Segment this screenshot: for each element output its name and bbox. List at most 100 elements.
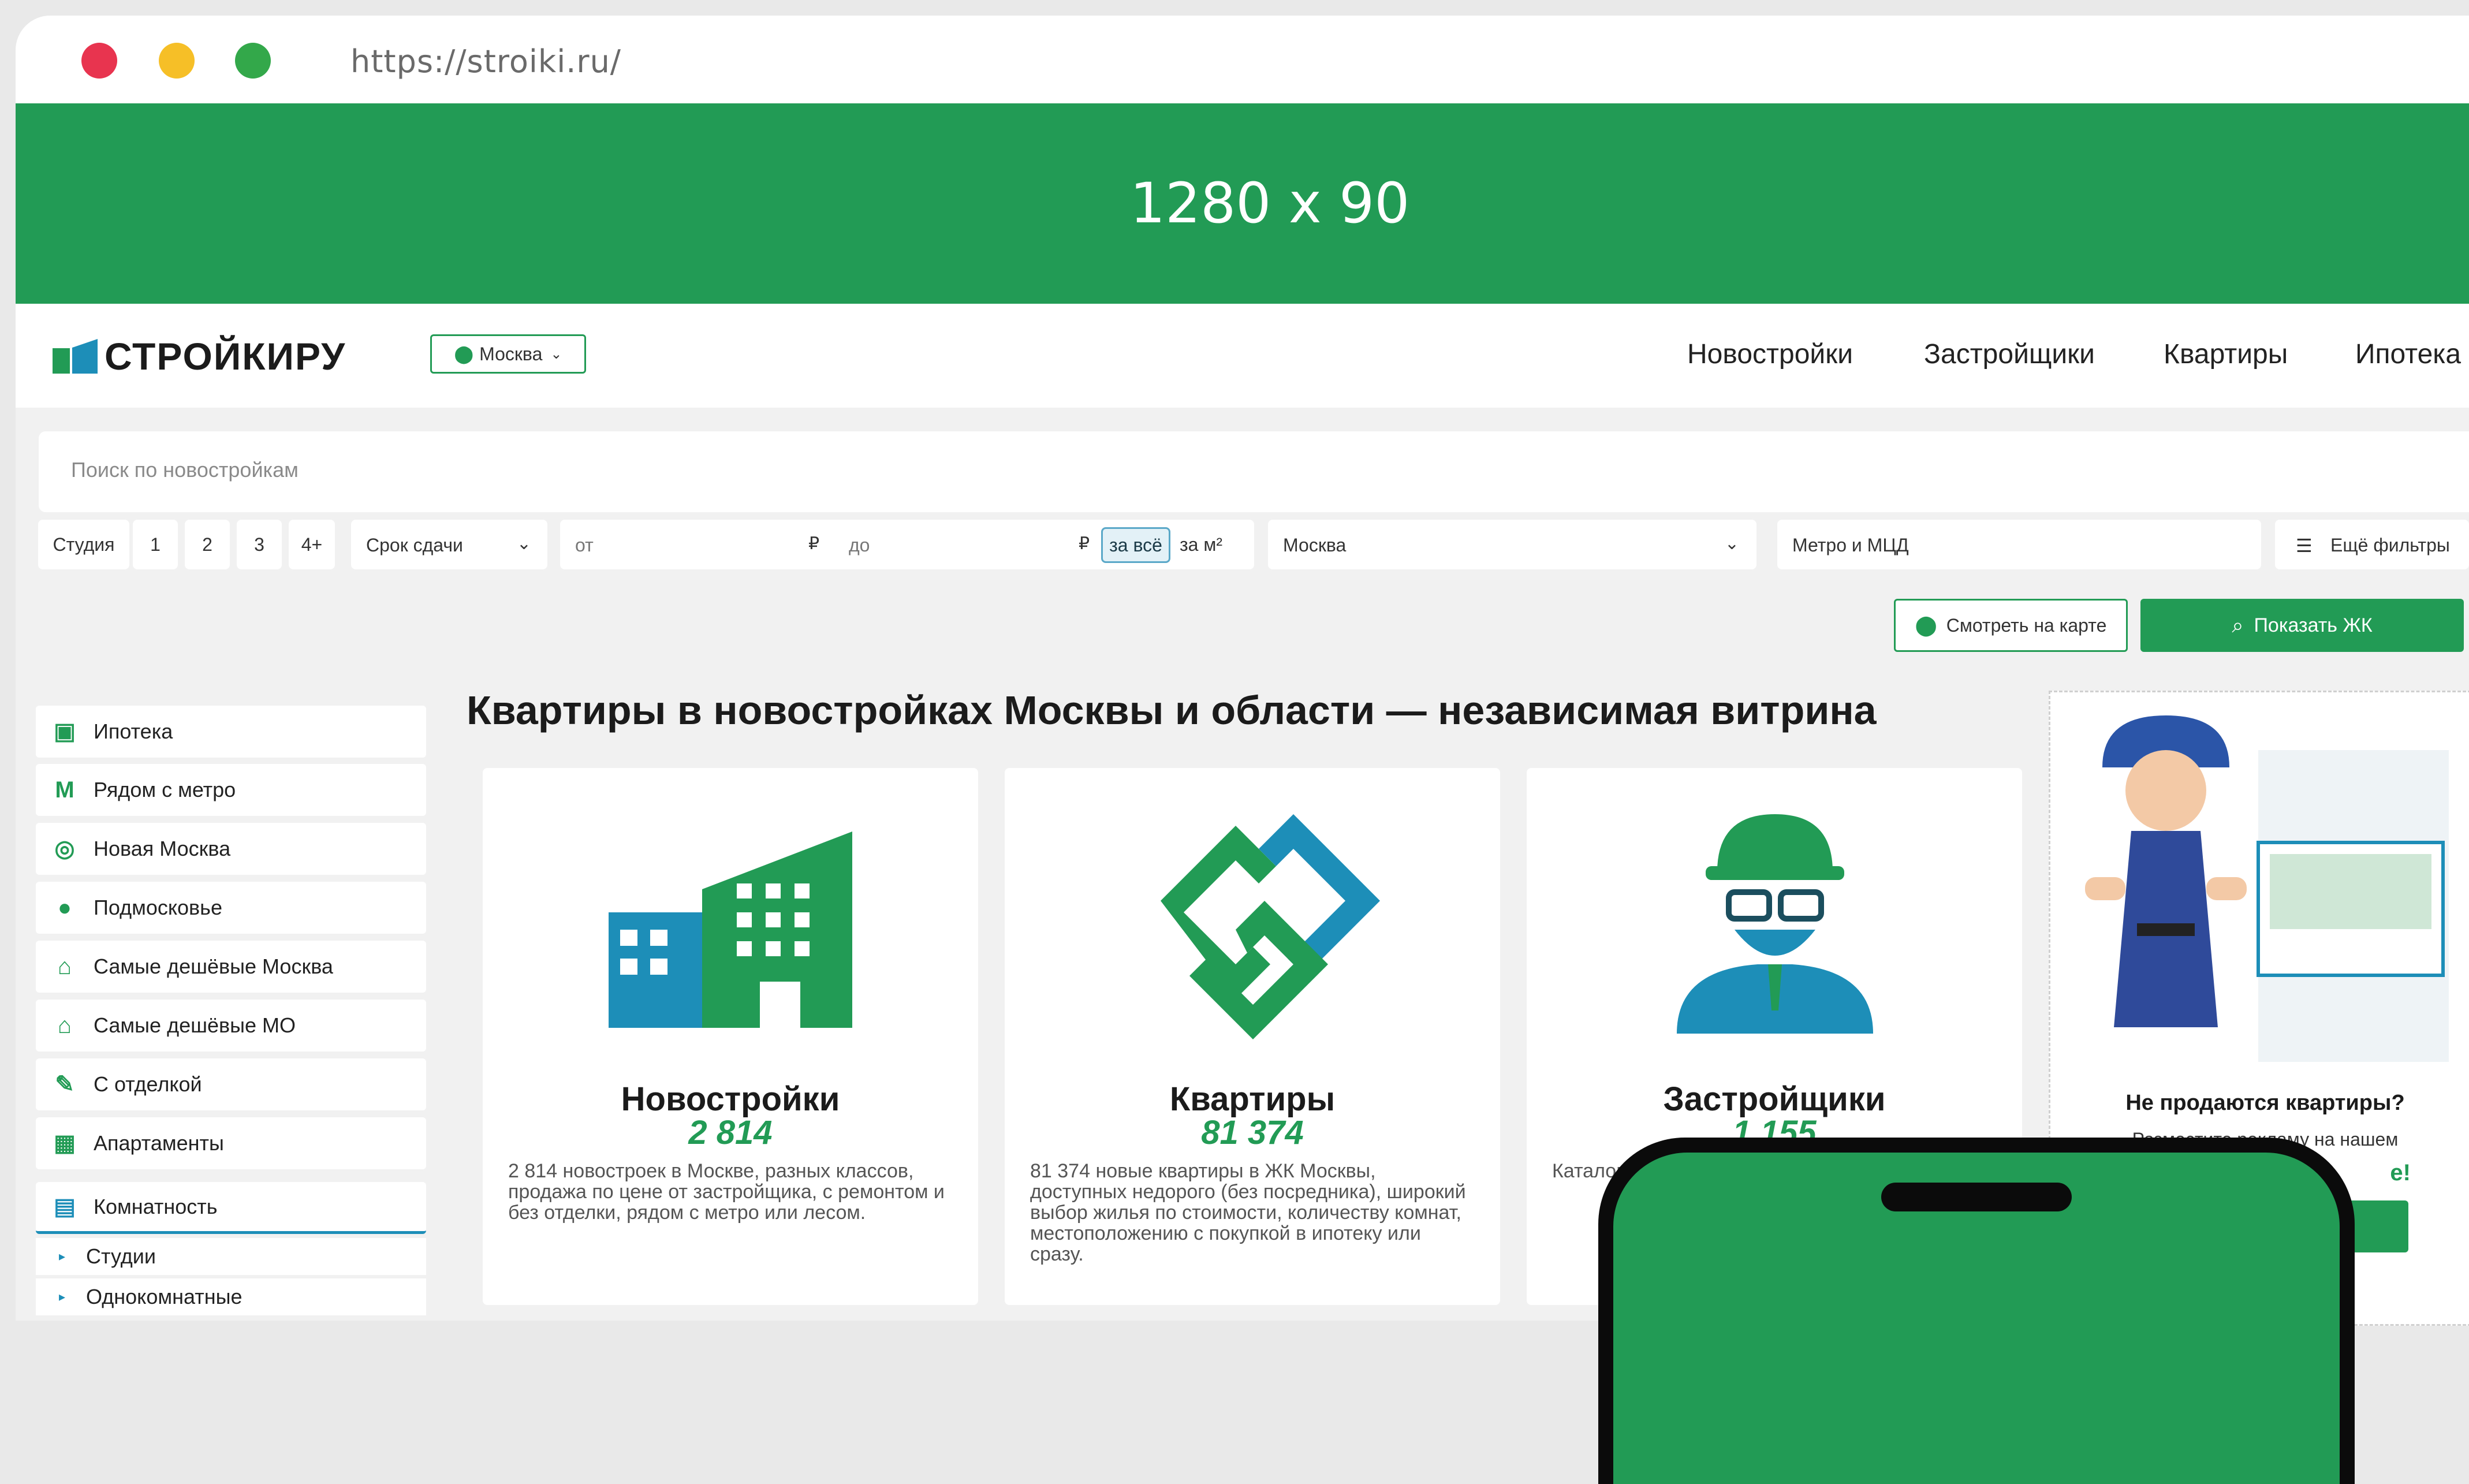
sidebar-item-mortgage[interactable]: ▣ Ипотека [36, 706, 426, 758]
category-card-novostroyki[interactable]: Новостройки 2 814 2 814 новостроек в Мос… [483, 768, 978, 1305]
ruble-icon: ₽ [808, 534, 820, 553]
card-description: 2 814 новостроек в Москве, разных классо… [508, 1160, 945, 1224]
card-description: 81 374 новые квартиры в ЖК Москвы, досту… [1030, 1160, 1466, 1265]
room-filter-studio[interactable]: Студия [38, 520, 129, 569]
phone-notch [1881, 1183, 2072, 1211]
site-header: СТРОЙКИРУ ⬤ Москва ⌄ Новостройки Застрой… [16, 304, 2469, 408]
price-tag-icon: ⌂ [57, 1012, 72, 1038]
sidebar-item-cheapest-moscow[interactable]: ⌂ Самые дешёвые Москва [36, 941, 426, 993]
nav-ipoteka[interactable]: Ипотека [2355, 338, 2461, 370]
region-label: Москва [1283, 535, 1347, 555]
chevron-down-icon: ⌄ [1724, 534, 1739, 553]
mascot-builder-image [2085, 715, 2449, 1062]
bullet-icon: ▸ [59, 1289, 66, 1304]
city-label: Москва [479, 343, 543, 364]
region-icon: ● [57, 894, 72, 920]
sidebar-item-finishing[interactable]: ✎ С отделкой [36, 1058, 426, 1110]
sidebar-subitem-label: Студии [86, 1244, 156, 1268]
address-bar[interactable]: https://stroiki.ru/ [350, 43, 621, 80]
sidebar-item-apartments[interactable]: ▦ Апартаменты [36, 1117, 426, 1169]
browser-bar: https://stroiki.ru/ [16, 16, 2469, 103]
sidebar-subitem-label: Однокомнатные [86, 1285, 243, 1308]
card-title: Новостройки [621, 1080, 840, 1118]
price-from-input[interactable]: от [575, 535, 594, 556]
apartment-icon: ▦ [54, 1131, 76, 1156]
search-icon: ⌕ [2232, 613, 2244, 637]
nav-zastroyshchiki[interactable]: Застройщики [1924, 338, 2095, 370]
price-mode-total[interactable]: за всё [1101, 527, 1170, 563]
logo-icon [53, 339, 98, 374]
card-count: 81 374 [1201, 1114, 1304, 1151]
sidebar-subitem-one-room[interactable]: ▸ Однокомнатные [36, 1278, 426, 1315]
logo-text: СТРОЙКИРУ [105, 335, 346, 378]
flats-icon [1161, 814, 1380, 1039]
sidebar-item-label: Рядом с метро [94, 778, 236, 801]
price-to-input[interactable]: до [849, 535, 870, 556]
page-title: Квартиры в новостройках Москвы и области… [467, 688, 1877, 733]
building-icon [609, 832, 852, 1028]
card-title: Квартиры [1169, 1080, 1336, 1118]
room-filter-2[interactable]: 2 [185, 520, 230, 569]
new-moscow-icon: ◎ [54, 836, 75, 862]
ruble-icon: ₽ [1079, 534, 1090, 553]
chevron-down-icon: ⌄ [550, 346, 562, 362]
sidebar-item-new-moscow[interactable]: ◎ Новая Москва [36, 823, 426, 875]
deadline-label: Срок сдачи [366, 535, 463, 555]
card-title: Застройщики [1663, 1080, 1886, 1118]
sidebar-item-label: Новая Москва [94, 837, 231, 860]
show-complexes-button[interactable]: ⌕ Показать ЖК [2140, 599, 2464, 652]
nav-novostroyki[interactable]: Новостройки [1687, 338, 1853, 370]
builder-icon [1677, 814, 1873, 1034]
show-complexes-label: Показать ЖК [2254, 614, 2373, 636]
region-select[interactable]: Москва ⌄ [1268, 520, 1756, 569]
ad-banner[interactable]: 1280 x 90 [16, 103, 2469, 304]
more-filters-button[interactable]: ☰ Ещё фильтры [2275, 520, 2469, 569]
tools-icon: ✎ [55, 1072, 74, 1097]
site-logo[interactable]: СТРОЙКИРУ [53, 335, 346, 378]
sidebar-item-label: Самые дешёвые Москва [94, 954, 333, 978]
card-count: 2 814 [688, 1114, 773, 1151]
price-mode-sqm[interactable]: за м² [1180, 534, 1222, 555]
bullet-icon: ▸ [59, 1249, 66, 1263]
ad-title: Не продаются квартиры? [2125, 1091, 2405, 1115]
search-input[interactable]: Поиск по новостройкам [39, 431, 2469, 512]
price-tag-icon: ⌂ [57, 953, 72, 979]
deadline-select[interactable]: Срок сдачи ⌄ [351, 520, 547, 569]
view-on-map-button[interactable]: ⬤ Смотреть на карте [1894, 599, 2128, 652]
mortgage-icon: ▣ [54, 719, 76, 744]
banner-size-label: 1280 x 90 [1130, 171, 1410, 236]
room-filter-4plus[interactable]: 4+ [289, 520, 335, 569]
metro-label: Метро и МЦД [1792, 535, 1909, 555]
room-filter-1[interactable]: 1 [133, 520, 178, 569]
maximize-window-button[interactable] [235, 43, 271, 79]
sidebar-item-label: С отделкой [94, 1072, 202, 1096]
room-filter-3[interactable]: 3 [237, 520, 282, 569]
sidebar-item-rooms[interactable]: ▤ Комнатность [36, 1182, 426, 1234]
more-filters-label: Ещё фильтры [2330, 535, 2450, 555]
ad-link[interactable]: e! [2390, 1160, 2411, 1186]
sidebar-item-label: Ипотека [94, 719, 173, 743]
map-pin-icon: ⬤ [1915, 614, 1937, 636]
location-pin-icon: ⬤ [454, 344, 474, 364]
city-selector[interactable]: ⬤ Москва ⌄ [430, 334, 586, 374]
close-window-button[interactable] [81, 43, 117, 79]
metro-icon: M [55, 777, 74, 803]
sidebar-item-label: Апартаменты [94, 1131, 224, 1155]
metro-select[interactable]: Метро и МЦД [1777, 520, 2261, 569]
sidebar-item-podmoskovye[interactable]: ● Подмосковье [36, 882, 426, 934]
sliders-icon: ☰ [2296, 535, 2313, 556]
search-placeholder: Поиск по новостройкам [71, 458, 299, 482]
chevron-down-icon: ⌄ [516, 534, 531, 553]
nav-kvartiry[interactable]: Квартиры [2164, 338, 2288, 370]
sidebar-item-label: Самые дешёвые МО [94, 1013, 296, 1037]
sidebar-subitem-studios[interactable]: ▸ Студии [36, 1238, 426, 1275]
sidebar-item-cheapest-mo[interactable]: ⌂ Самые дешёвые МО [36, 1000, 426, 1052]
sidebar-item-label: Подмосковье [94, 896, 222, 919]
view-on-map-label: Смотреть на карте [1946, 614, 2107, 636]
category-card-kvartiry[interactable]: Квартиры 81 374 81 374 новые квартиры в … [1005, 768, 1500, 1305]
sidebar-item-label: Комнатность [94, 1194, 218, 1218]
layout-icon: ▤ [54, 1194, 76, 1220]
sidebar-item-metro[interactable]: M Рядом с метро [36, 764, 426, 816]
phone-mockup [1598, 1138, 2355, 1484]
minimize-window-button[interactable] [159, 43, 195, 79]
